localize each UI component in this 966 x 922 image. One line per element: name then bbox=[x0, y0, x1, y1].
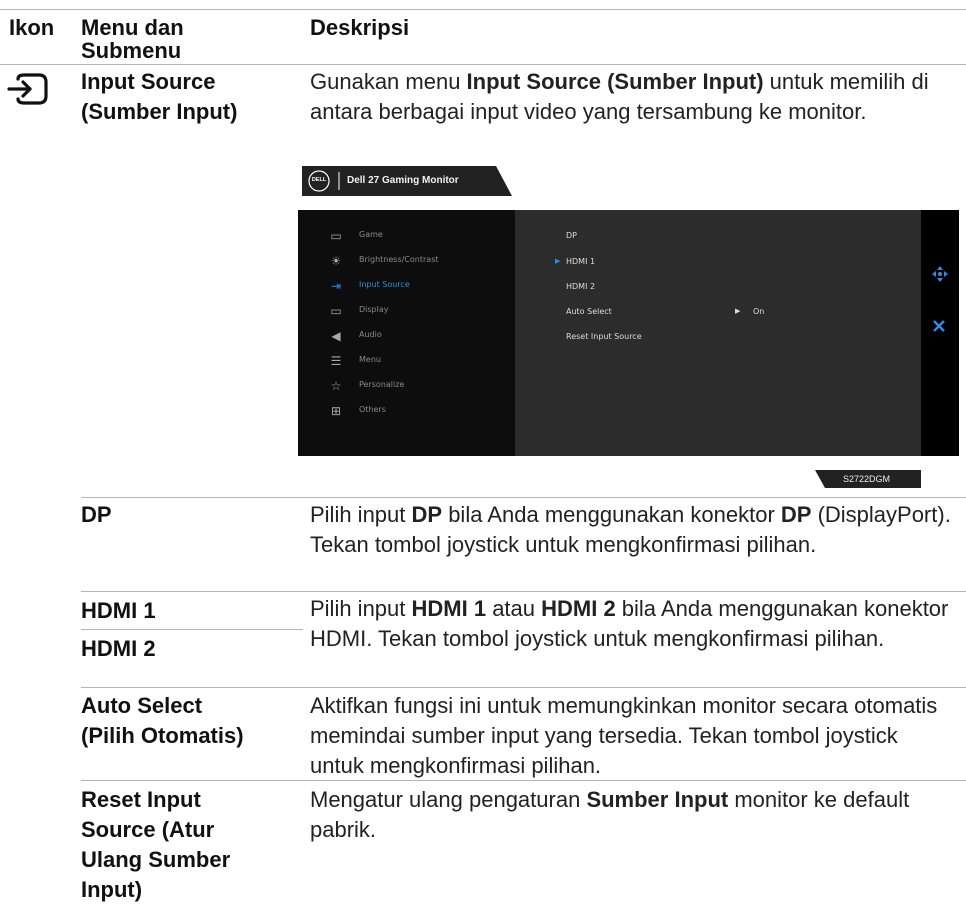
desc-text: Mengatur ulang pengaturan bbox=[310, 787, 587, 812]
osd-menu-item: ☆ Personalize bbox=[298, 375, 515, 397]
osd-menu-label: Game bbox=[359, 230, 383, 239]
osd-submenu-item: DP bbox=[566, 231, 577, 240]
osd-menu-label: Menu bbox=[359, 355, 381, 364]
model-label: S2722DGM bbox=[843, 474, 891, 484]
dp-description: Pilih input DP bila Anda menggunakan kon… bbox=[310, 500, 960, 560]
menu-name-dp: DP bbox=[81, 502, 112, 527]
osd-main-menu: ▭ Game ☀ Brightness/Contrast ⇥ Input Sou… bbox=[298, 210, 515, 456]
row-rule bbox=[81, 497, 966, 498]
audio-icon: ◀ bbox=[331, 329, 341, 343]
brightness-icon: ☀ bbox=[330, 254, 342, 268]
osd-menu-item: ⇥ Input Source bbox=[298, 275, 515, 297]
game-icon: ▭ bbox=[330, 229, 342, 243]
osd-title: Dell 27 Gaming Monitor bbox=[347, 175, 459, 186]
osd-menu-item: ☰ Menu bbox=[298, 350, 515, 372]
menu-name-auto-select: Auto Select (Pilih Otomatis) bbox=[81, 693, 244, 748]
osd-submenu: DP ▶ HDMI 1 HDMI 2 Auto Select ▶ On Rese… bbox=[515, 210, 921, 456]
row-rule bbox=[81, 687, 966, 688]
osd-submenu-item: HDMI 1 bbox=[566, 257, 596, 266]
row-rule bbox=[81, 629, 303, 630]
osd-menu-label: Input Source bbox=[359, 280, 410, 289]
menu-name-input-source: Input Source (Sumber Input) bbox=[81, 69, 238, 124]
value-arrow-icon: ▶ bbox=[735, 308, 741, 315]
desc-text: Pilih input bbox=[310, 502, 412, 527]
osd-menu-label: Personalize bbox=[359, 380, 405, 389]
auto-select-value: On bbox=[753, 307, 765, 316]
desc-bold: DP bbox=[780, 502, 812, 527]
desc-text: atau bbox=[486, 596, 542, 621]
osd-menu-screenshot: ▭ Game ☀ Brightness/Contrast ⇥ Input Sou… bbox=[298, 210, 959, 456]
desc-bold: HDMI 2 bbox=[541, 596, 616, 621]
menu-name-reset-input-source: Reset Input Source (Atur Ulang Sumber In… bbox=[81, 787, 231, 902]
osd-menu-item: ⊞ Others bbox=[298, 400, 515, 422]
desc-bold: Input Source (Sumber Input) bbox=[466, 69, 764, 94]
menu-name-hdmi1: HDMI 1 bbox=[81, 598, 156, 623]
osd-menu-label: Brightness/Contrast bbox=[359, 255, 439, 264]
input-source-description: Gunakan menu Input Source (Sumber Input)… bbox=[310, 67, 950, 127]
osd-menu-item: ◀ Audio bbox=[298, 325, 515, 347]
desc-text: Pilih input bbox=[310, 596, 412, 621]
star-icon: ☆ bbox=[330, 379, 342, 393]
header-description: Deskripsi bbox=[310, 15, 410, 40]
hdmi-description: Pilih input HDMI 1 atau HDMI 2 bila Anda… bbox=[310, 594, 960, 654]
osd-nav-bar bbox=[921, 210, 959, 456]
osd-submenu-item: HDMI 2 bbox=[566, 282, 596, 291]
osd-submenu-item: Reset Input Source bbox=[566, 332, 642, 341]
desc-text: bila Anda menggunakan konektor bbox=[442, 502, 781, 527]
row-rule bbox=[81, 780, 966, 781]
menu-name-hdmi2: HDMI 2 bbox=[81, 636, 156, 661]
reset-description: Mengatur ulang pengaturan Sumber Input m… bbox=[310, 785, 950, 845]
selection-arrow-icon: ▶ bbox=[555, 258, 561, 265]
desc-bold: DP bbox=[411, 502, 443, 527]
osd-menu-item: ▭ Display bbox=[298, 300, 515, 322]
input-source-icon bbox=[6, 72, 50, 106]
auto-select-description: Aktifkan fungsi ini untuk memungkinkan m… bbox=[310, 693, 938, 778]
close-icon bbox=[932, 319, 946, 338]
menu-icon: ☰ bbox=[330, 354, 342, 368]
desc-bold: Sumber Input bbox=[586, 787, 729, 812]
osd-menu-label: Others bbox=[359, 405, 386, 414]
desc-bold: HDMI 1 bbox=[411, 596, 487, 621]
input-source-icon: ⇥ bbox=[330, 279, 342, 293]
desc-text: Gunakan menu bbox=[310, 69, 467, 94]
osd-submenu-item: Auto Select bbox=[566, 307, 612, 316]
osd-menu-label: Display bbox=[359, 305, 389, 314]
osd-menu-label: Audio bbox=[359, 330, 382, 339]
osd-menu-item: ☀ Brightness/Contrast bbox=[298, 250, 515, 272]
model-badge: S2722DGM bbox=[815, 470, 921, 488]
display-icon: ▭ bbox=[330, 304, 342, 318]
joystick-move-icon bbox=[931, 265, 949, 288]
osd-title-tab: DELL Dell 27 Gaming Monitor bbox=[302, 166, 512, 196]
header-bottom-rule bbox=[0, 64, 966, 65]
osd-menu-item: ▭ Game bbox=[298, 225, 515, 247]
dell-logo: DELL bbox=[311, 177, 327, 183]
header-menu: Menu dan Submenu bbox=[81, 15, 184, 63]
others-icon: ⊞ bbox=[330, 404, 342, 418]
header-top-rule bbox=[0, 9, 966, 10]
row-rule bbox=[81, 591, 966, 592]
header-icon: Ikon bbox=[9, 15, 55, 40]
